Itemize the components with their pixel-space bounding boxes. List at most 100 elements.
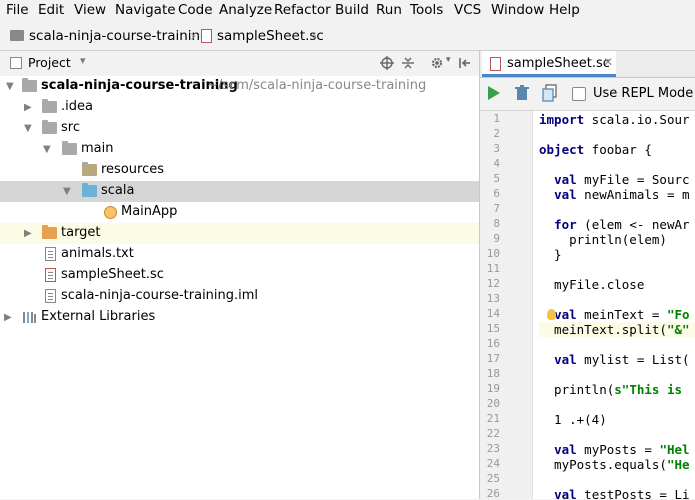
menu-navigate[interactable]: Navigate [115,2,176,18]
code-line[interactable] [539,397,695,412]
code-line[interactable]: } [539,247,695,262]
code-line[interactable]: 1 .+(4) [539,412,695,427]
repl-mode-checkbox[interactable] [572,87,586,101]
project-panel-title[interactable]: Project [28,55,71,70]
code-line[interactable]: val mylist = List( [539,352,695,367]
menu-build[interactable]: Build [335,2,369,18]
tree-item-scala[interactable]: ▼ scala [0,181,479,202]
editor-tab-bar: sampleSheet.sc ✕ [480,51,695,78]
line-number: 15 [486,322,500,335]
source-folder-icon [82,183,97,197]
code-editor[interactable]: import scala.io.Sour object foobar { val … [533,111,695,499]
tree-item-iml[interactable]: scala-ninja-course-training.iml [0,286,479,307]
tree-item-project-root[interactable]: ▼ scala-ninja-course-training ~/scm/scal… [0,76,479,97]
line-number: 19 [486,382,500,395]
code-line[interactable] [539,292,695,307]
line-number: 8 [493,217,500,230]
menu-bar: File Edit View Navigate Code Analyze Ref… [0,0,695,23]
chevron-right-icon: › [190,26,197,45]
tree-item-main[interactable]: ▼ main [0,139,479,160]
line-number: 22 [486,427,500,440]
lightbulb-icon[interactable] [547,309,556,320]
tree-path: ~/scm/scala-ninja-course-training [207,78,427,93]
menu-edit[interactable]: Edit [38,2,64,18]
folder-icon [22,78,37,92]
menu-refactor[interactable]: Refactor [274,2,331,18]
code-line[interactable]: val myFile = Sourc [539,172,695,187]
code-line[interactable]: val meinText = "Fo [539,307,695,322]
trash-icon[interactable] [513,84,531,102]
collapsed-arrow-icon[interactable]: ▶ [24,97,32,118]
code-line[interactable]: val testPosts = Li [539,487,695,499]
breadcrumb-project[interactable]: scala-ninja-course-training [29,28,209,44]
tree-item-target[interactable]: ▶ target [0,223,479,244]
scala-file-icon [45,268,56,282]
folder-icon [62,141,77,155]
tree-label: External Libraries [41,309,156,324]
tree-item-samplesheet[interactable]: sampleSheet.sc [0,265,479,286]
expanded-arrow-icon[interactable]: ▼ [24,118,32,139]
copy-icon[interactable] [541,84,559,102]
line-number: 4 [493,157,500,170]
tab-samplesheet[interactable]: sampleSheet.sc ✕ [482,51,616,77]
code-line[interactable]: object foobar { [539,142,695,157]
code-line[interactable] [539,472,695,487]
code-line[interactable] [539,337,695,352]
menu-view[interactable]: View [74,2,106,18]
gear-icon[interactable] [430,56,444,70]
menu-vcs[interactable]: VCS [454,2,481,18]
menu-file[interactable]: File [6,2,29,18]
line-number: 17 [486,352,500,365]
menu-tools[interactable]: Tools [410,2,443,18]
line-number: 2 [493,127,500,140]
expanded-arrow-icon[interactable]: ▼ [63,181,71,202]
code-line[interactable]: myFile.close [539,277,695,292]
menu-run[interactable]: Run [376,2,402,18]
breadcrumb-file[interactable]: sampleSheet.sc [217,28,324,44]
line-number: 3 [493,142,500,155]
menu-help[interactable]: Help [549,2,580,18]
expanded-arrow-icon[interactable]: ▼ [43,139,51,160]
code-line[interactable]: myPosts.equals("He [539,457,695,472]
collapsed-arrow-icon[interactable]: ▶ [4,307,12,328]
tree-item-animals-txt[interactable]: animals.txt [0,244,479,265]
tree-item-idea[interactable]: ▶ .idea [0,97,479,118]
code-line[interactable] [539,127,695,142]
tree-item-mainapp[interactable]: MainApp [0,202,479,223]
hide-panel-icon[interactable] [458,56,472,70]
collapsed-arrow-icon[interactable]: ▶ [24,223,32,244]
scala-file-icon [201,29,212,43]
menu-window[interactable]: Window [491,2,544,18]
code-line[interactable]: val myPosts = "Hel [539,442,695,457]
scala-object-icon [104,206,117,219]
expanded-arrow-icon[interactable]: ▼ [6,76,14,97]
tree-item-src[interactable]: ▼ src [0,118,479,139]
close-icon[interactable]: ✕ [603,55,613,69]
code-line[interactable] [539,427,695,442]
tree-label: scala-ninja-course-training.iml [61,288,259,303]
code-line[interactable]: for (elem <- newAr [539,217,695,232]
line-number: 12 [486,277,500,290]
crosshair-icon[interactable] [380,56,394,70]
project-icon [10,57,22,69]
menu-analyze[interactable]: Analyze [219,2,272,18]
collapse-all-icon[interactable] [401,56,415,70]
line-number: 24 [486,457,500,470]
chevron-down-icon[interactable]: ▾ [80,54,86,67]
code-line[interactable]: println(elem) [539,232,695,247]
code-line[interactable]: val newAnimals = m [539,187,695,202]
line-number: 16 [486,337,500,350]
run-icon[interactable] [484,84,502,102]
code-line[interactable] [539,157,695,172]
code-line[interactable] [539,367,695,382]
code-line[interactable] [539,202,695,217]
line-number: 11 [486,262,500,275]
dropdown-arrow-icon[interactable]: ▾ [446,55,451,65]
code-line[interactable]: meinText.split("&" [539,322,695,337]
tree-item-resources[interactable]: resources [0,160,479,181]
code-line[interactable]: println(s"This is [539,382,695,397]
tree-item-external-libraries[interactable]: ▶ External Libraries [0,307,479,328]
code-line[interactable]: import scala.io.Sour [539,112,695,127]
menu-code[interactable]: Code [178,2,213,18]
code-line[interactable] [539,262,695,277]
